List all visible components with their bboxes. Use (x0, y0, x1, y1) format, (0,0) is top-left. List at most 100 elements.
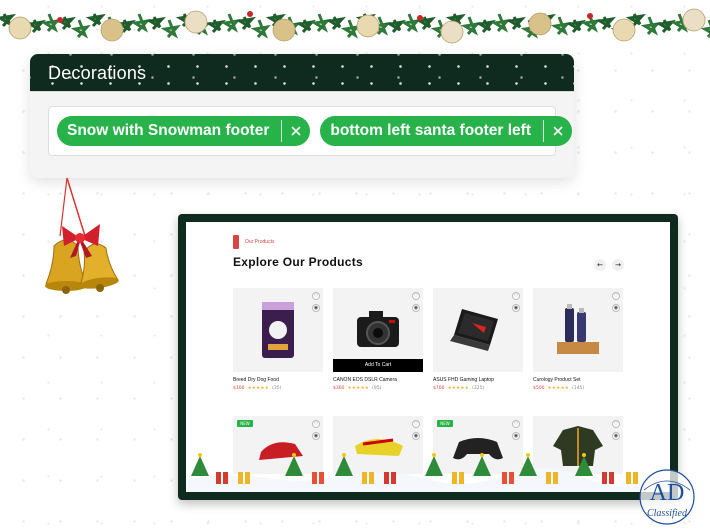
wishlist-heart-icon[interactable]: ♡ (312, 292, 320, 300)
pine-branch (85, 13, 106, 28)
pine-branch (295, 19, 316, 34)
christmas-tree-icon (425, 456, 443, 476)
pine-branch (550, 16, 571, 36)
decorations-header: Decorations (30, 54, 574, 92)
product-review-count: (145) (572, 386, 585, 391)
product-name: CANON EOS DSLR Camera (333, 377, 397, 383)
arrow-left-icon[interactable]: ← (594, 259, 606, 271)
gift-ribbon (221, 472, 223, 484)
gift-ribbon (507, 472, 509, 484)
gift-ribbon (367, 472, 369, 484)
wishlist-heart-icon[interactable]: ♡ (312, 420, 320, 428)
pine-branch (220, 13, 241, 33)
red-berry (587, 13, 593, 19)
wishlist-heart-icon[interactable]: ♡ (612, 292, 620, 300)
pine-branch (310, 13, 331, 33)
wishlist-heart-icon[interactable]: ♡ (412, 420, 420, 428)
product-card[interactable]: ♡ ◉ Curology Product Set $500 ★★★★★ (145… (533, 288, 623, 391)
snow-footer-decoration (186, 453, 670, 492)
quick-view-eye-icon[interactable]: ◉ (612, 304, 620, 312)
product-card[interactable]: ♡ ◉ ASUS FHD Gaming Laptop $700 ★★★★★ (3… (433, 288, 523, 391)
add-to-cart-button[interactable]: Add To Cart (333, 359, 423, 372)
selected-decorations-field[interactable]: Snow with Snowman footer bottom left san… (48, 106, 572, 156)
gift-ribbon (607, 472, 609, 484)
section-tag-label: Our Products (245, 239, 275, 245)
product-image[interactable]: ♡ ◉ (533, 288, 623, 372)
ornament-ball (612, 18, 636, 42)
remove-chip-close-icon[interactable] (282, 116, 310, 146)
product-price: $700 (433, 386, 445, 391)
quick-view-eye-icon[interactable]: ◉ (612, 432, 620, 440)
pine-branch (385, 19, 406, 34)
quick-view-eye-icon[interactable]: ◉ (312, 304, 320, 312)
tree-star (526, 453, 530, 457)
gift-ribbon (457, 472, 459, 484)
dog-food-bag-icon (262, 302, 294, 358)
section-title: Explore Our Products (233, 255, 364, 269)
wishlist-heart-icon[interactable]: ♡ (512, 420, 520, 428)
tree-star (198, 453, 202, 457)
gift-ribbon (551, 472, 553, 484)
product-image[interactable]: ♡ ◉ Add To Cart (333, 288, 423, 372)
ad-classified-watermark-logo: AD Classified (639, 469, 695, 525)
product-review-count: (95) (372, 386, 382, 391)
pine-branch (40, 13, 61, 33)
product-price: $360 (333, 386, 345, 391)
pine-branch (565, 19, 586, 34)
christmas-tree-icon (335, 456, 353, 476)
quick-view-eye-icon[interactable]: ◉ (512, 304, 520, 312)
christmas-garland (0, 8, 710, 44)
wishlist-heart-icon[interactable]: ♡ (512, 292, 520, 300)
new-badge: NEW (437, 420, 453, 427)
watermark-letters: AD (650, 480, 685, 506)
ornament-ball (356, 14, 380, 38)
pine-branch (640, 16, 661, 36)
product-name: ASUS FHD Gaming Laptop (433, 377, 494, 383)
quick-view-eye-icon[interactable]: ◉ (412, 304, 420, 312)
decorations-title: Decorations (48, 63, 147, 83)
pine-branch (400, 13, 421, 33)
gift-ribbon (389, 472, 391, 484)
product-card[interactable]: ♡ ◉ Breed Dry Dog Food $100 ★★★★★ (35) (233, 288, 323, 391)
ornament-ball (8, 16, 32, 40)
section-tag: Our Products (233, 235, 274, 249)
pine-branch (250, 19, 271, 39)
wishlist-heart-icon[interactable]: ♡ (412, 292, 420, 300)
laptop-icon (450, 309, 498, 351)
pine-branch (475, 19, 496, 34)
pine-branch (490, 13, 511, 33)
product-image[interactable]: ♡ ◉ (233, 288, 323, 372)
arrow-right-icon[interactable]: → (612, 259, 624, 271)
chip-label: Snow with Snowman footer (67, 122, 270, 139)
decoration-chip-snowman[interactable]: Snow with Snowman footer (57, 116, 311, 146)
wishlist-heart-icon[interactable]: ♡ (612, 420, 620, 428)
product-name: Curology Product Set (533, 377, 581, 383)
gift-ribbon (243, 472, 245, 484)
pine-branch (655, 19, 676, 34)
remove-chip-close-icon[interactable] (544, 116, 572, 146)
tree-star (582, 453, 586, 457)
christmas-tree-icon (191, 456, 209, 476)
tree-star (292, 453, 296, 457)
ornament-ball (272, 18, 296, 42)
pine-branch (25, 19, 46, 34)
decoration-chip-santa[interactable]: bottom left santa footer left (320, 116, 572, 146)
christmas-tree-icon (473, 456, 491, 476)
pine-branch (595, 16, 616, 31)
pine-branch (160, 19, 181, 39)
quick-view-eye-icon[interactable]: ◉ (312, 432, 320, 440)
ornament-ball (528, 12, 552, 36)
red-berry (247, 11, 253, 17)
quick-view-eye-icon[interactable]: ◉ (512, 432, 520, 440)
pine-branch (145, 16, 166, 31)
pine-branch (130, 13, 151, 33)
product-image[interactable]: ♡ ◉ (433, 288, 523, 372)
product-card[interactable]: ♡ ◉ Add To Cart CANON EOS DSLR Camera $3… (333, 288, 423, 391)
pine-branch (505, 16, 526, 31)
decorations-panel: Decorations Snow with Snowman footer bot… (30, 54, 574, 178)
gift-ribbon (631, 472, 633, 484)
watermark-caption: Classified (647, 508, 688, 519)
store-preview-window: Our Products Explore Our Products ← → ♡ (178, 214, 678, 500)
pine-branch (325, 16, 346, 31)
quick-view-eye-icon[interactable]: ◉ (412, 432, 420, 440)
